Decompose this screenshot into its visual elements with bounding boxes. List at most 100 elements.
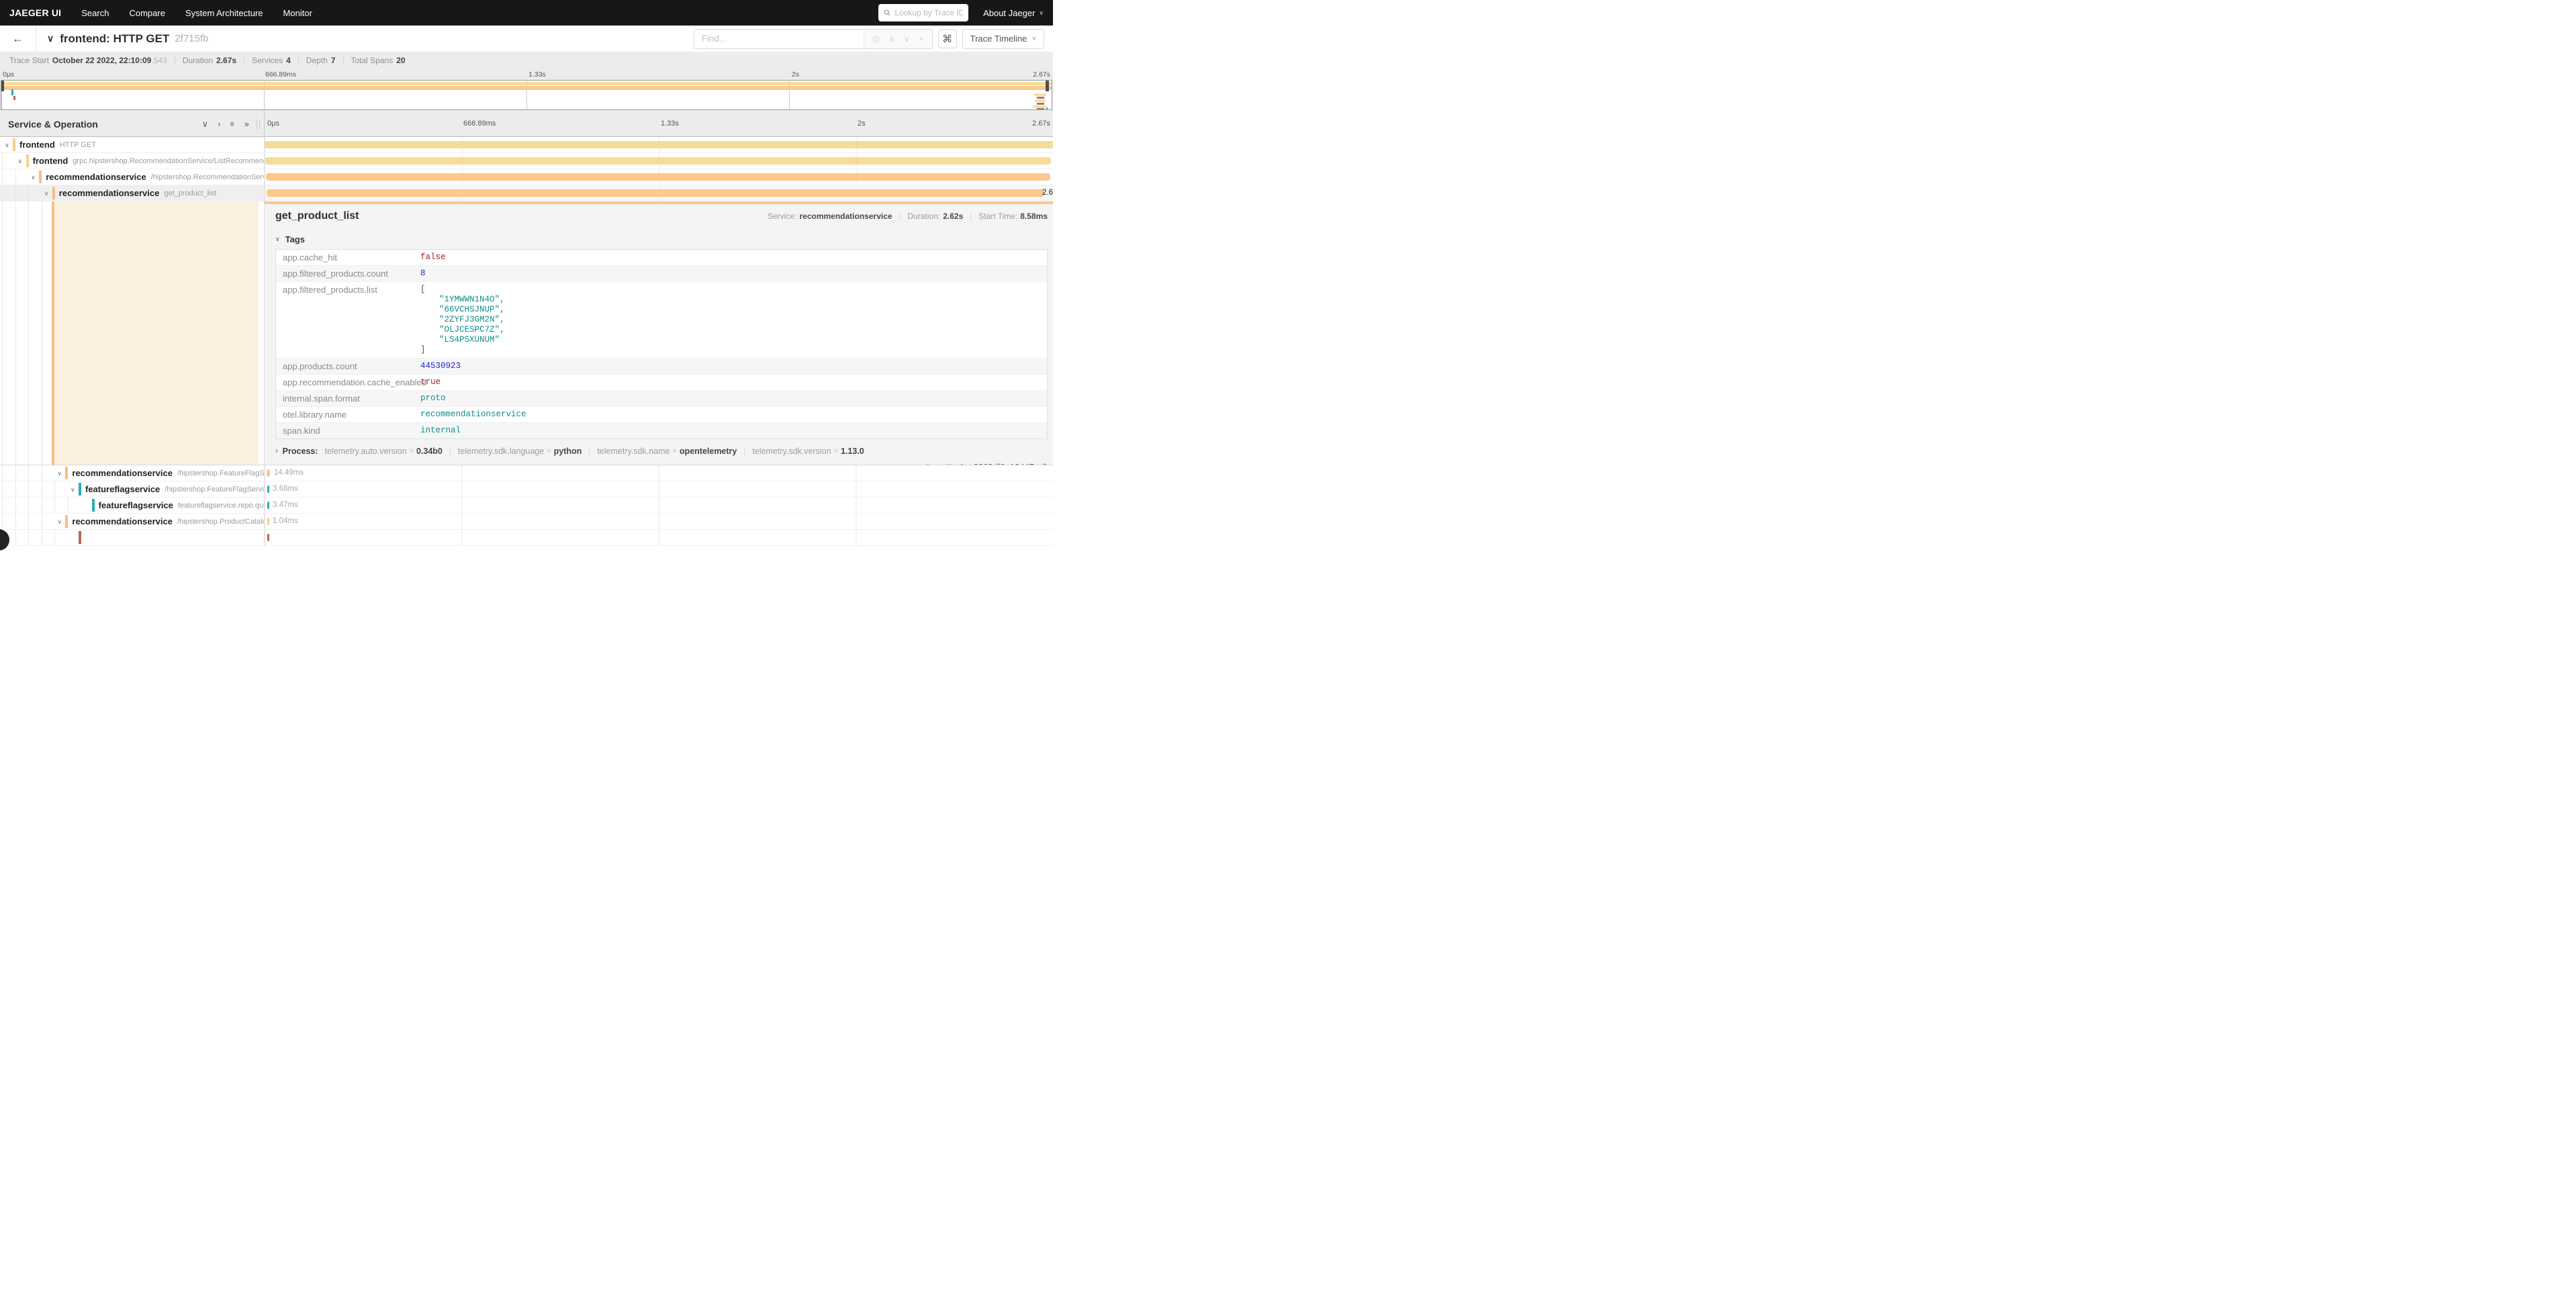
trace-controls: ◎ ∧ ∨ × ⌘ Trace Timeline ∨ xyxy=(694,29,1044,49)
focus-match-icon[interactable]: ◎ xyxy=(872,34,880,43)
minimap-span-tick-brown xyxy=(13,96,15,100)
trace-view-label: Trace Timeline xyxy=(970,34,1027,44)
span-id-row: SpanID: 1ca2262df0e18447 xyxy=(275,462,1048,465)
trace-lookup-box[interactable] xyxy=(878,4,968,21)
chevron-down-icon[interactable]: ∨ xyxy=(31,174,36,181)
span-detail-left-column xyxy=(0,201,265,465)
tag-value: proto xyxy=(414,391,1047,406)
span-bar-cell[interactable]: 3.68ms xyxy=(265,481,1053,497)
minimap-tick-labels: 0μs 666.89ms 1.33s 2s 2.67s xyxy=(0,68,1053,79)
span-duration-tick[interactable] xyxy=(267,469,270,477)
span-bar-cell[interactable]: 1.04ms xyxy=(265,514,1053,529)
span-detail-highlight xyxy=(55,201,259,465)
tag-row: internal.span.format proto xyxy=(276,391,1047,407)
command-icon: ⌘ xyxy=(942,33,952,45)
span-row-frontend-grpc[interactable]: ∨ frontend grpc.hipstershop.Recommendati… xyxy=(0,153,1053,169)
trace-start-value: October 22 2022, 22:10:09 xyxy=(52,56,151,65)
span-row-recommendation-list[interactable]: ∨ recommendationservice /hipstershop.Rec… xyxy=(0,169,1053,185)
nav-item-compare[interactable]: Compare xyxy=(129,8,165,18)
tag-row: span.kind internal xyxy=(276,423,1047,438)
collapse-trace-chevron-icon[interactable]: ∨ xyxy=(47,33,54,44)
tags-section-toggle[interactable]: ∨ Tags xyxy=(275,234,1048,244)
span-service: featureflagservice xyxy=(85,484,160,494)
nav-item-system-architecture[interactable]: System Architecture xyxy=(185,8,263,18)
span-color-accent-bar xyxy=(265,201,1053,204)
minimap-left-drag-handle[interactable] xyxy=(1,81,4,91)
span-color-band xyxy=(13,138,15,151)
trace-minimap[interactable]: 0μs 666.89ms 1.33s 2s 2.67s xyxy=(0,68,1053,111)
nav-item-search[interactable]: Search xyxy=(81,8,109,18)
span-duration-label: 1.04ms xyxy=(273,517,298,525)
minimap-span-tick-teal xyxy=(11,89,13,95)
expand-one-icon[interactable]: › xyxy=(218,120,220,128)
minimap-canvas[interactable] xyxy=(1,80,1052,110)
span-bar-cell[interactable] xyxy=(265,153,1053,169)
span-row-get-product-list[interactable]: ∨ recommendationservice get_product_list… xyxy=(0,185,1053,201)
chevron-down-icon[interactable]: ∨ xyxy=(44,190,49,197)
span-row-recommendation-productcatalog[interactable]: ∨ recommendationservice /hipstershop.Pro… xyxy=(0,514,1053,530)
app-logo[interactable]: JAEGER UI xyxy=(9,7,61,18)
find-input[interactable] xyxy=(694,30,864,48)
services-label: Services xyxy=(252,56,283,65)
span-row-frontend-http-get[interactable]: ∨ frontend HTTP GET xyxy=(0,137,1053,153)
span-operation: /hipstershop.FeatureFlagService/Ge... xyxy=(165,485,265,494)
column-resize-grip[interactable] xyxy=(257,120,260,129)
timeline-tick: 1.33s xyxy=(661,120,679,128)
total-spans-label: Total Spans xyxy=(351,56,394,65)
span-duration-tick[interactable] xyxy=(267,534,269,541)
span-bar-cell[interactable] xyxy=(265,137,1053,152)
chevron-down-icon[interactable]: ∨ xyxy=(57,518,62,526)
chevron-down-icon[interactable]: ∨ xyxy=(5,142,9,149)
span-duration-bar[interactable] xyxy=(266,173,1050,181)
span-detail-header: get_product_list Service: recommendation… xyxy=(275,201,1048,228)
trace-view-select[interactable]: Trace Timeline ∨ xyxy=(962,29,1044,49)
chevron-down-icon[interactable]: ∨ xyxy=(18,158,23,165)
minimap-right-drag-handle[interactable] xyxy=(1046,81,1049,91)
duration-label: Duration: xyxy=(908,212,941,221)
minimap-end-span xyxy=(1034,93,1046,96)
link-icon[interactable] xyxy=(1038,463,1048,465)
back-button[interactable]: ← xyxy=(0,26,36,52)
process-section-toggle[interactable]: › Process: telemetry.auto.version = 0.34… xyxy=(275,447,1048,456)
span-bar-cell[interactable]: 14.49ms xyxy=(265,465,1053,481)
divider xyxy=(970,212,971,220)
process-item: telemetry.sdk.language = python xyxy=(458,447,582,456)
span-row-featureflag-get[interactable]: ∨ featureflagservice /hipstershop.Featur… xyxy=(0,481,1053,498)
span-duration-tick[interactable] xyxy=(267,485,269,493)
span-duration-bar[interactable] xyxy=(267,189,1044,197)
collapse-one-icon[interactable]: ∨ xyxy=(202,120,209,128)
span-duration-tick[interactable] xyxy=(267,502,269,509)
minimap-end-span xyxy=(1037,103,1044,105)
clear-find-icon[interactable]: × xyxy=(919,34,924,43)
collapse-all-icon[interactable]: » xyxy=(228,122,237,126)
span-color-band xyxy=(79,483,81,496)
keyboard-shortcuts-button[interactable]: ⌘ xyxy=(938,30,957,48)
span-bar-cell[interactable] xyxy=(265,169,1053,185)
expand-all-icon[interactable]: » xyxy=(244,120,249,128)
start-time-label: Start Time: xyxy=(978,212,1017,221)
span-color-band xyxy=(26,154,29,167)
minimap-tick: 2.67s xyxy=(1033,71,1050,79)
span-duration-bar[interactable] xyxy=(265,141,1053,148)
process-item: telemetry.sdk.name = opentelemetry xyxy=(597,447,737,456)
span-row-recommendation-featureflag[interactable]: ∨ recommendationservice /hipstershop.Fea… xyxy=(0,465,1053,481)
tag-row: otel.library.name recommendationservice xyxy=(276,407,1047,423)
minimap-end-span-teal xyxy=(1046,107,1048,110)
span-duration-tick[interactable] xyxy=(267,518,269,525)
service-label: Service: xyxy=(768,212,796,221)
span-row-featureflag-repo-query[interactable]: featureflagservice featureflagservice.re… xyxy=(0,498,1053,514)
chevron-down-icon[interactable]: ∨ xyxy=(71,486,75,494)
span-bar-cell[interactable]: 3.47ms xyxy=(265,498,1053,513)
nav-item-monitor[interactable]: Monitor xyxy=(283,8,312,18)
about-jaeger-menu[interactable]: About Jaeger ∨ xyxy=(983,8,1044,18)
next-match-icon[interactable]: ∨ xyxy=(904,34,911,43)
trace-lookup-input[interactable] xyxy=(894,8,963,17)
minimap-tick: 1.33s xyxy=(528,71,546,79)
span-bar-cell[interactable] xyxy=(265,530,1053,545)
minimap-end-span xyxy=(1037,97,1044,99)
span-duration-bar[interactable] xyxy=(265,157,1052,165)
chevron-down-icon[interactable]: ∨ xyxy=(57,470,62,477)
span-row-partial[interactable] xyxy=(0,530,1053,546)
span-bar-cell[interactable]: 2.6 xyxy=(265,185,1053,201)
prev-match-icon[interactable]: ∧ xyxy=(888,34,895,43)
